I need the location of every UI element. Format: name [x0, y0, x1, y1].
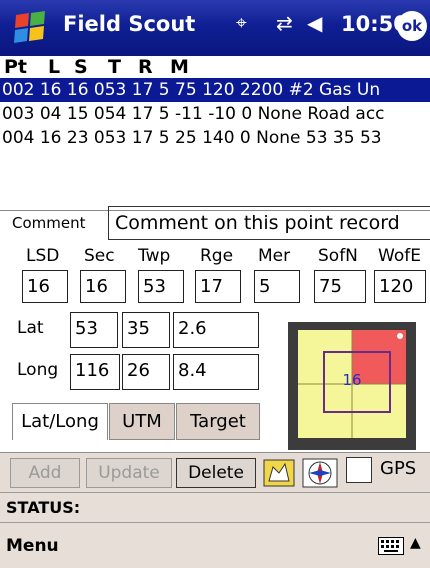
sec-field[interactable]: 16 — [80, 270, 126, 303]
status-bar: STATUS: — [0, 492, 430, 522]
lsd-label: LSD — [26, 246, 60, 266]
signal-off-icon[interactable]: ⌖ — [236, 12, 247, 34]
list-item[interactable]: 003 04 15 054 17 5 -11 -10 0 None Road a… — [0, 102, 430, 126]
sync-icon[interactable]: ⇄ — [276, 11, 293, 35]
twp-field[interactable]: 53 — [138, 270, 184, 303]
rge-label: Rge — [200, 246, 234, 266]
column-header-r[interactable]: R — [138, 56, 153, 78]
title-bar: Field Scout ⌖ ⇄ ◀ 10:50 ok — [0, 0, 430, 56]
windows-start-icon[interactable] — [10, 11, 50, 45]
app-title: Field Scout — [63, 12, 196, 36]
compass-icon[interactable] — [302, 458, 338, 488]
ok-button[interactable]: ok — [397, 11, 427, 41]
status-label: STATUS: — [6, 498, 81, 517]
lat-seconds-field[interactable]: 2.6 — [173, 312, 259, 348]
gps-label: GPS — [380, 458, 417, 479]
list-item[interactable]: 004 16 23 053 17 5 25 140 0 None 53 35 5… — [0, 126, 430, 150]
list-item[interactable]: 002 16 16 053 17 5 75 120 2200 #2 Gas Un — [0, 78, 430, 102]
column-header-pt[interactable]: Pt — [4, 56, 27, 78]
column-header-s[interactable]: S — [74, 56, 88, 78]
long-label: Long — [17, 360, 59, 380]
column-header-l[interactable]: L — [48, 56, 60, 78]
update-button[interactable]: Update — [86, 458, 172, 488]
gps-checkbox[interactable] — [346, 457, 372, 483]
add-button[interactable]: Add — [10, 458, 80, 488]
twp-label: Twp — [138, 246, 171, 266]
save-location-icon[interactable] — [263, 459, 295, 487]
wofe-field[interactable]: 120 — [374, 270, 426, 303]
lat-label: Lat — [17, 318, 44, 338]
section-grid-map[interactable]: 16 — [288, 322, 416, 450]
lat-minutes-field[interactable]: 35 — [122, 312, 170, 348]
list-header: Pt L S T R M — [0, 56, 430, 78]
rge-field[interactable]: 17 — [195, 270, 241, 303]
wofe-label: WofE — [378, 246, 421, 266]
comment-field[interactable]: Comment on this point record — [108, 206, 430, 240]
tab-lat-long[interactable]: Lat/Long — [12, 403, 108, 440]
menu-bar: Menu ▲ — [0, 522, 430, 568]
sofn-label: SofN — [318, 246, 358, 266]
delete-button[interactable]: Delete — [176, 458, 256, 488]
column-header-m[interactable]: M — [170, 56, 189, 78]
sofn-field[interactable]: 75 — [314, 270, 366, 303]
long-seconds-field[interactable]: 8.4 — [173, 354, 259, 390]
comment-label: Comment — [12, 214, 86, 232]
lsd-grid-number: 16 — [342, 371, 361, 389]
lat-degrees-field[interactable]: 53 — [70, 312, 118, 348]
column-header-t[interactable]: T — [108, 56, 121, 78]
tab-target[interactable]: Target — [176, 403, 260, 440]
long-degrees-field[interactable]: 116 — [70, 354, 120, 390]
record-list[interactable]: 002 16 16 053 17 5 75 120 2200 #2 Gas Un… — [0, 78, 430, 211]
mer-label: Mer — [258, 246, 291, 266]
sec-label: Sec — [84, 246, 115, 266]
long-minutes-field[interactable]: 26 — [122, 354, 170, 390]
keyboard-icon[interactable] — [378, 537, 404, 555]
volume-icon[interactable]: ◀ — [307, 11, 322, 35]
lsd-field[interactable]: 16 — [22, 270, 68, 303]
mer-field[interactable]: 5 — [254, 270, 300, 303]
menu-button[interactable]: Menu — [6, 536, 59, 556]
tab-utm[interactable]: UTM — [109, 403, 175, 440]
input-panel-arrow-icon[interactable]: ▲ — [410, 535, 421, 551]
